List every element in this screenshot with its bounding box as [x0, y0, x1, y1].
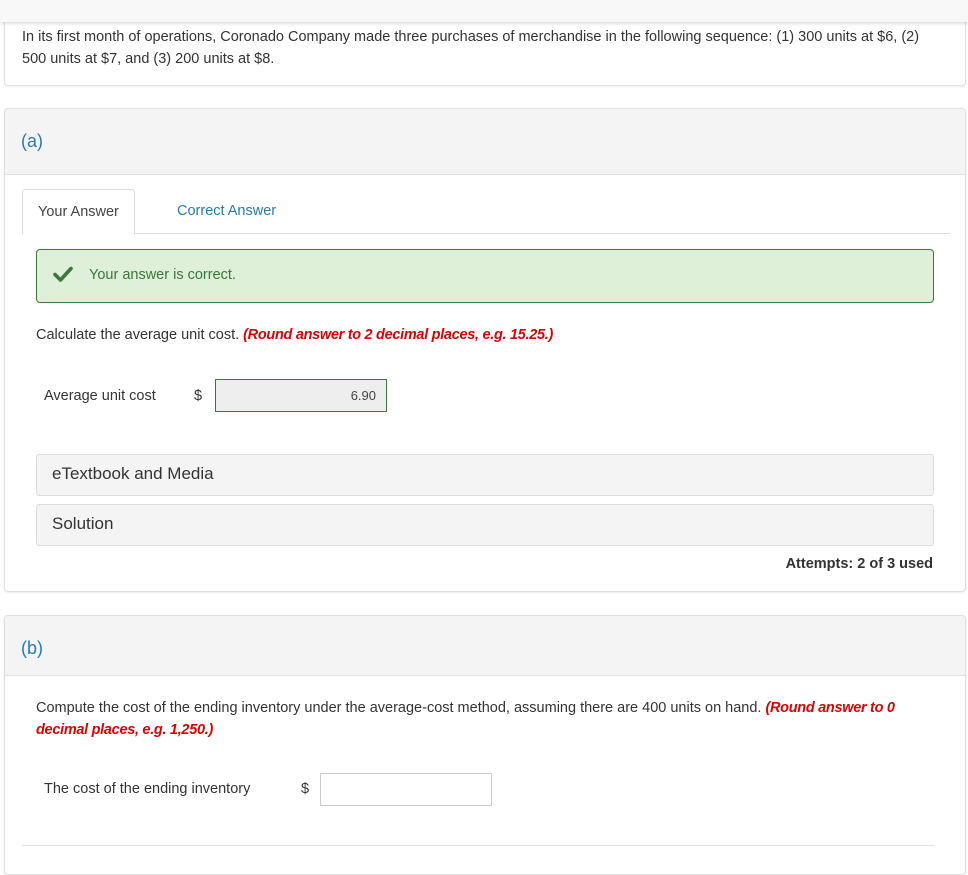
average-unit-cost-label: Average unit cost: [44, 388, 156, 404]
question-text: In its first month of operations, Corona…: [22, 29, 920, 67]
part-a-label: (a): [21, 131, 43, 151]
currency-symbol: $: [301, 781, 310, 797]
top-bar: [0, 0, 968, 22]
tab-correct-answer[interactable]: Correct Answer: [162, 189, 291, 234]
question-card: In its first month of operations, Corona…: [4, 22, 966, 86]
average-unit-cost-input[interactable]: [215, 379, 387, 412]
instruction-text: Compute the cost of the ending inventory…: [36, 700, 762, 716]
etextbook-media-label: eTextbook and Media: [52, 464, 214, 483]
rounding-hint: (Round answer to 2 decimal places, e.g. …: [243, 327, 553, 343]
answer-tabs: Your Answer Correct Answer: [22, 189, 950, 235]
check-icon: [53, 266, 73, 282]
success-alert: Your answer is correct.: [36, 249, 934, 303]
part-b-instruction: Compute the cost of the ending inventory…: [36, 697, 941, 741]
solution-accordion[interactable]: Solution: [36, 504, 934, 546]
part-b-header: (b): [5, 616, 965, 676]
part-b-card: (b) Compute the cost of the ending inven…: [4, 615, 966, 875]
part-a-header: (a): [5, 109, 965, 175]
tab-your-answer[interactable]: Your Answer: [22, 189, 135, 235]
part-a-card: (a) Your Answer Correct Answer Your answ…: [4, 108, 966, 592]
ending-inventory-label: The cost of the ending inventory: [44, 781, 251, 797]
currency-symbol: $: [194, 388, 203, 404]
solution-label: Solution: [52, 514, 114, 533]
attempts-counter: Attempts: 2 of 3 used: [785, 556, 933, 572]
success-message: Your answer is correct.: [89, 267, 236, 283]
ending-inventory-input[interactable]: [320, 773, 492, 806]
instruction-text: Calculate the average unit cost.: [36, 327, 240, 343]
etextbook-media-accordion[interactable]: eTextbook and Media: [36, 454, 934, 496]
divider: [22, 845, 934, 846]
part-a-instruction: Calculate the average unit cost. (Round …: [36, 324, 553, 346]
part-b-label: (b): [21, 638, 43, 658]
